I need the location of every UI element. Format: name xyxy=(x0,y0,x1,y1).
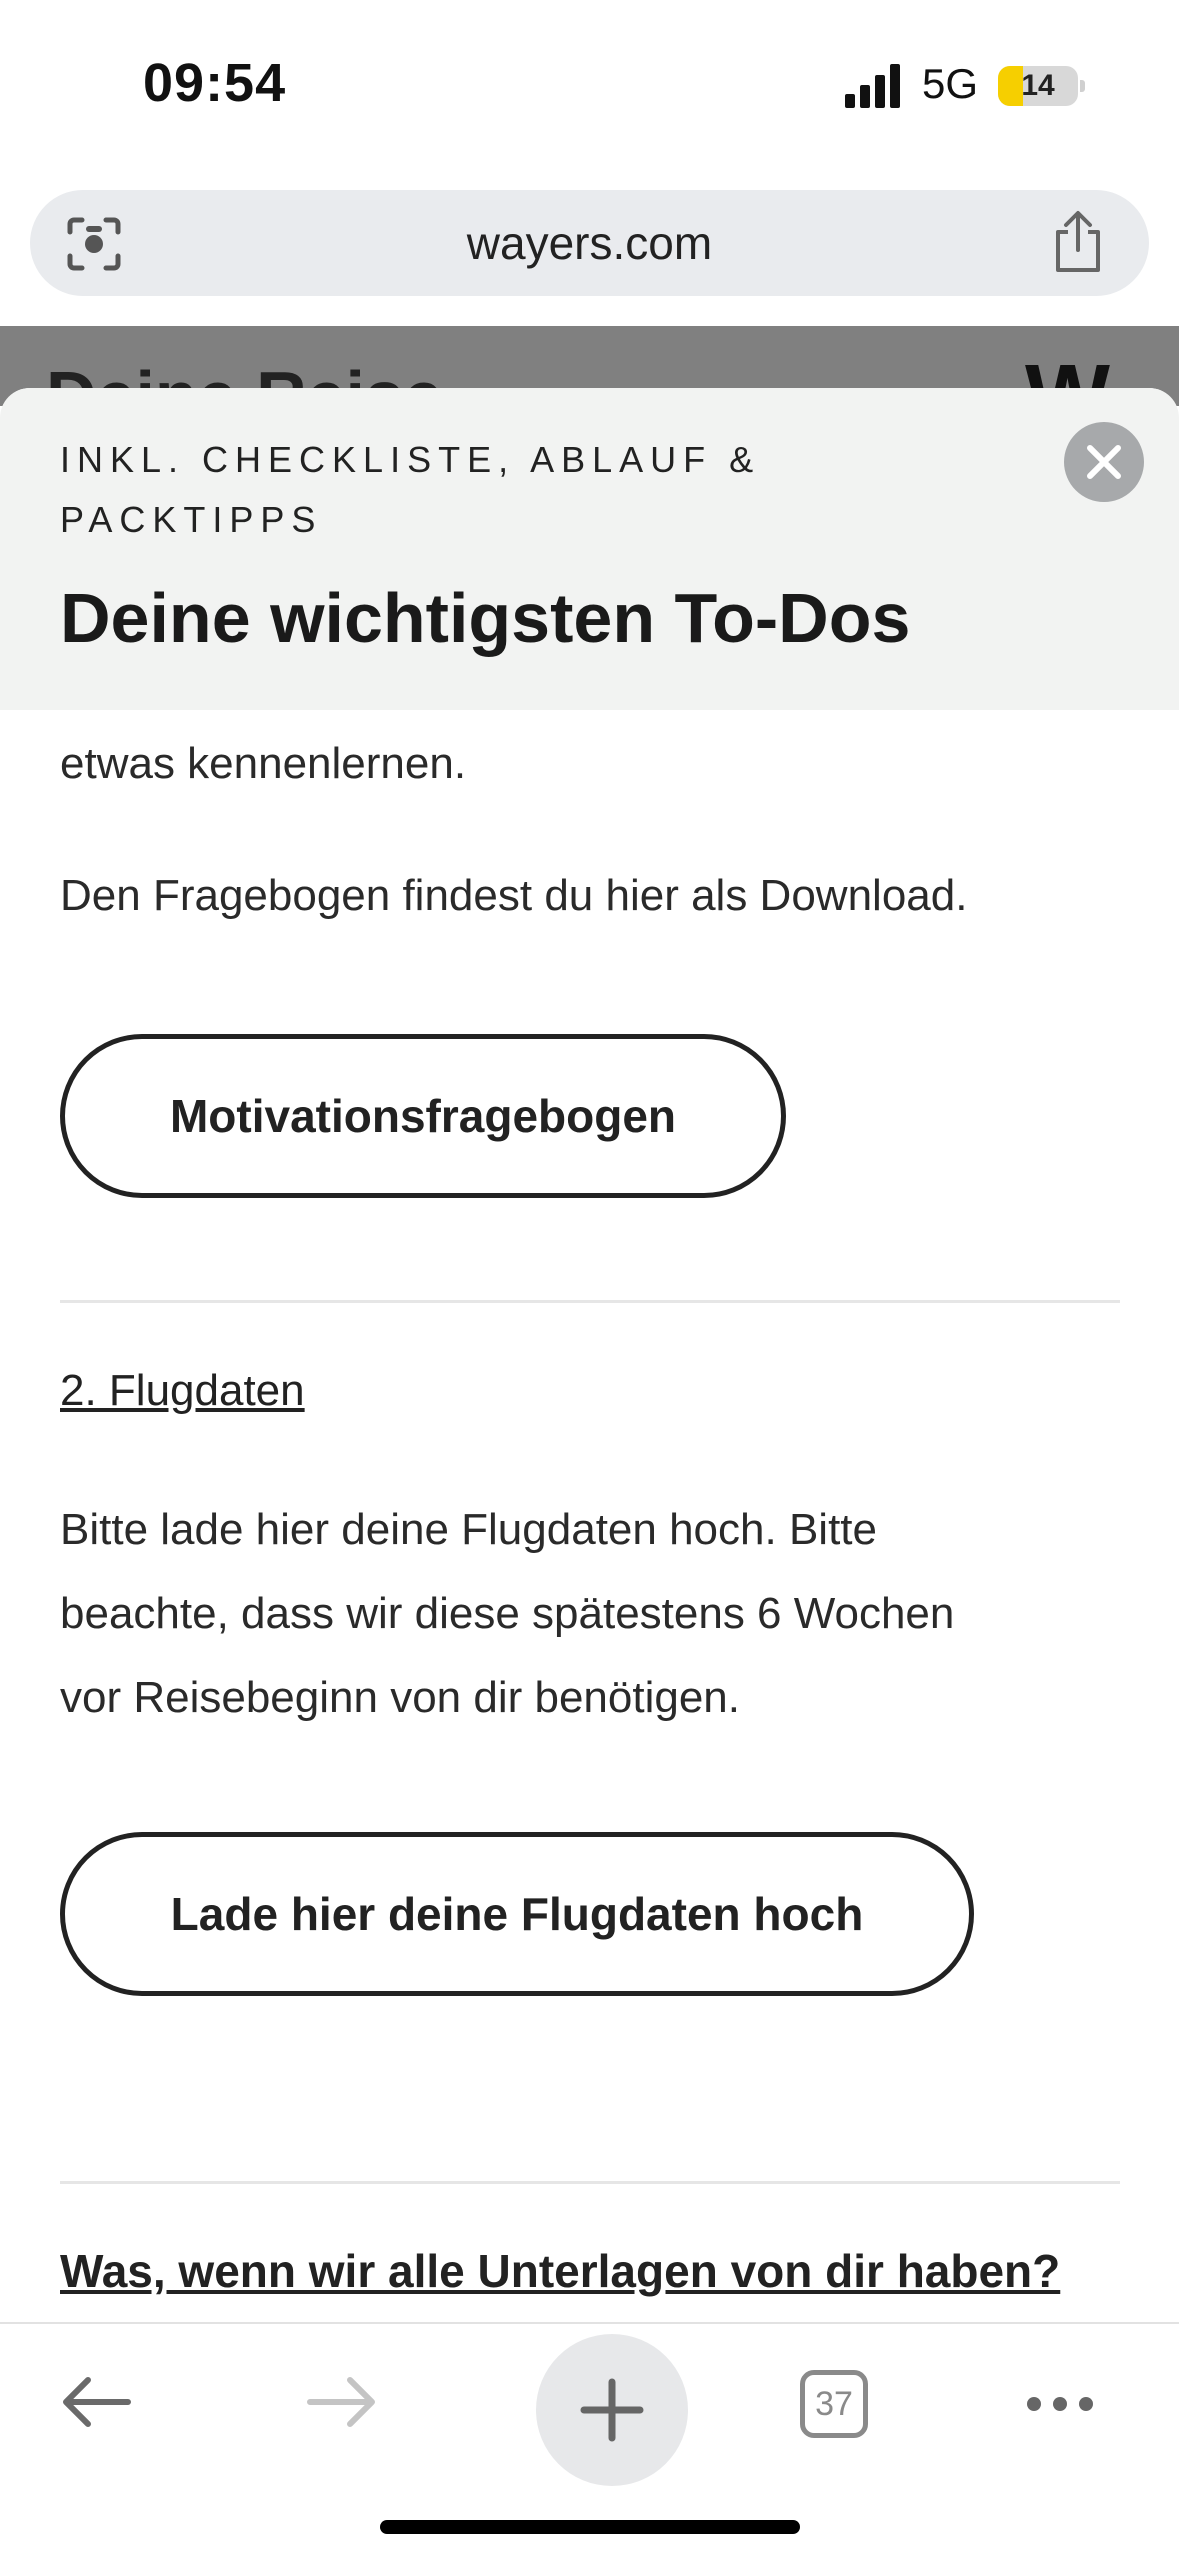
todo-sheet: INKL. CHECKLISTE, ABLAUF & PACKTIPPS Dei… xyxy=(0,388,1179,2568)
sheet-title: Deine wichtigsten To-Dos xyxy=(60,579,911,657)
new-tab-button[interactable] xyxy=(536,2334,688,2486)
home-indicator xyxy=(380,2520,800,2534)
questionnaire-text: Den Fragebogen findest du hier als Downl… xyxy=(60,871,968,920)
close-button[interactable] xyxy=(1064,422,1144,502)
section-divider xyxy=(60,2181,1120,2184)
upload-button-label: Lade hier deine Flugdaten hoch xyxy=(170,1888,864,1940)
upload-flight-data-button[interactable]: Lade hier deine Flugdaten hoch xyxy=(60,1832,974,1996)
network-type: 5G xyxy=(922,60,979,107)
tabs-button[interactable]: 37 xyxy=(800,2370,868,2438)
url-text[interactable]: wayers.com xyxy=(30,190,1149,296)
section-heading-flugdaten[interactable]: 2. Flugdaten xyxy=(60,1366,305,1416)
section-divider xyxy=(60,1300,1120,1303)
address-bar[interactable]: wayers.com xyxy=(30,190,1149,296)
battery-percentage: 14 xyxy=(1021,69,1055,102)
tab-count: 37 xyxy=(815,2385,853,2423)
plus-icon[interactable] xyxy=(536,2334,688,2486)
sheet-eyebrow: INKL. CHECKLISTE, ABLAUF & PACKTIPPS xyxy=(60,439,761,540)
sheet-header: INKL. CHECKLISTE, ABLAUF & PACKTIPPS Dei… xyxy=(0,388,1179,710)
faq-link[interactable]: Was, wenn wir alle Unterlagen von dir ha… xyxy=(60,2244,1060,2298)
forward-arrow-icon[interactable] xyxy=(304,2372,380,2432)
paragraph-fragment: etwas kennenlernen. xyxy=(60,739,467,788)
back-arrow-icon[interactable] xyxy=(58,2372,134,2432)
flight-text-line-2: beachte, dass wir diese spätestens 6 Woc… xyxy=(60,1589,955,1638)
signal-icon xyxy=(845,64,900,108)
questionnaire-download-button[interactable]: Motivationsfragebogen xyxy=(60,1034,786,1198)
close-icon[interactable] xyxy=(1064,422,1144,502)
flight-text-line-3: vor Reisebeginn von dir benötigen. xyxy=(60,1673,741,1722)
battery-indicator: 14 xyxy=(998,66,1078,106)
status-time: 09:54 xyxy=(143,53,287,113)
questionnaire-button-label: Motivationsfragebogen xyxy=(169,1090,677,1142)
share-icon[interactable] xyxy=(1048,210,1108,274)
flight-text-line-1: Bitte lade hier deine Flugdaten hoch. Bi… xyxy=(60,1505,877,1554)
battery-nub xyxy=(1080,80,1085,92)
status-bar: 09:54 5G 14 xyxy=(0,0,1179,170)
more-icon[interactable] xyxy=(1024,2392,1096,2416)
